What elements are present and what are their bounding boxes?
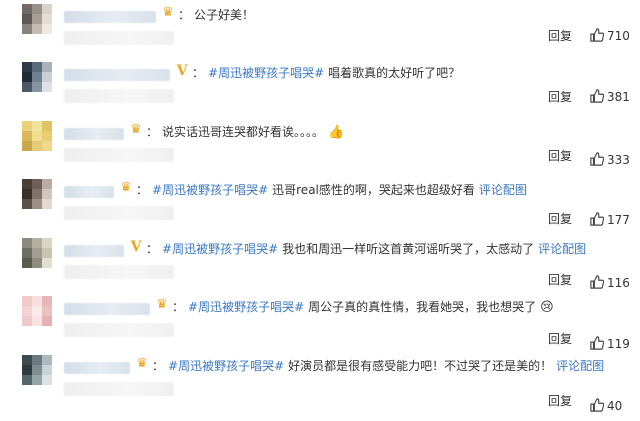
topic-link[interactable]: #周迅被野孩子唱哭# bbox=[208, 66, 324, 80]
crying-emoji-icon: 😢 bbox=[540, 300, 554, 315]
topic-link[interactable]: #周迅被野孩子唱哭# bbox=[188, 300, 304, 314]
like-button[interactable]: 116 bbox=[590, 275, 630, 291]
reply-button[interactable]: 回复 bbox=[548, 331, 572, 347]
avatar[interactable] bbox=[22, 296, 52, 326]
reply-button[interactable]: 回复 bbox=[548, 211, 572, 227]
thumbs-up-icon bbox=[590, 28, 604, 42]
avatar[interactable] bbox=[22, 62, 52, 92]
colon: ： bbox=[192, 66, 205, 80]
comment-text-line: ： #周迅被野孩子唱哭# 唱着歌真的太好听了吧？ bbox=[192, 64, 460, 82]
user-info-blurred bbox=[64, 382, 174, 396]
thumbs-up-icon bbox=[590, 398, 604, 412]
thumbs-up-icon bbox=[590, 275, 604, 289]
view-comment-pic-link[interactable]: 评论配图 bbox=[538, 242, 586, 256]
avatar[interactable] bbox=[22, 4, 52, 34]
avatar[interactable] bbox=[22, 355, 52, 385]
username-blurred[interactable] bbox=[64, 303, 150, 315]
comment-item: ♛ ：公子好美！ 回复 710 bbox=[0, 2, 640, 60]
like-button[interactable]: 710 bbox=[590, 28, 630, 44]
thumbs-up-icon bbox=[590, 212, 604, 226]
reply-button[interactable]: 回复 bbox=[548, 148, 572, 164]
crown-icon: ♛ bbox=[120, 180, 132, 195]
reply-button[interactable]: 回复 bbox=[548, 393, 572, 409]
username-blurred[interactable] bbox=[64, 11, 156, 23]
comment-item: ♛ ：说实话迅哥连哭都好看诶。。。。 👍 回复 333 bbox=[0, 119, 640, 177]
colon: ： bbox=[146, 125, 159, 139]
comment-text: 周公子真的真性情，我看她哭，我也想哭了 bbox=[308, 300, 537, 314]
verified-v-icon: V bbox=[130, 239, 142, 255]
comment-list: ♛：公子好美！ 回复 710 V： #周迅被野孩子唱哭# 唱着歌真的太好听了吧？ 回复 381… bbox=[0, 0, 640, 421]
comment-text-line: ：说实话迅哥连哭都好看诶。。。。 👍 bbox=[146, 123, 344, 141]
like-count: 177 bbox=[607, 213, 630, 227]
comment-item: V ： #周迅被野孩子唱哭# 我也和周迅一样听这首黄河谣听哭了，太感动了 评论配图回复 1… bbox=[0, 236, 640, 294]
user-info-blurred bbox=[64, 148, 174, 162]
like-count: 119 bbox=[607, 337, 630, 351]
comment-text: 迅哥real感性的啊，哭起来也超级好看 bbox=[272, 183, 475, 197]
like-button[interactable]: 177 bbox=[590, 212, 630, 228]
username-blurred[interactable] bbox=[64, 245, 124, 257]
comment-text-line: ：公子好美！ bbox=[178, 6, 254, 24]
colon: ： bbox=[136, 183, 149, 197]
colon: ： bbox=[172, 300, 185, 314]
avatar[interactable] bbox=[22, 121, 52, 151]
avatar[interactable] bbox=[22, 238, 52, 268]
comment-text-line: ： #周迅被野孩子唱哭# 好演员都是很有感受能力吧！不过哭了还是美的！ 评论配图 bbox=[152, 357, 604, 375]
crown-icon: ♛ bbox=[162, 5, 174, 20]
like-button[interactable]: 333 bbox=[590, 152, 630, 168]
view-comment-pic-link[interactable]: 评论配图 bbox=[479, 183, 527, 197]
comment-text-line: ： #周迅被野孩子唱哭# 迅哥real感性的啊，哭起来也超级好看 评论配图 bbox=[136, 181, 527, 199]
comment-text: 好演员都是很有感受能力吧！不过哭了还是美的！ bbox=[288, 359, 553, 373]
reply-button[interactable]: 回复 bbox=[548, 272, 572, 288]
like-count: 40 bbox=[607, 399, 623, 413]
reply-button[interactable]: 回复 bbox=[548, 28, 572, 44]
comment-text: 我也和周迅一样听这首黄河谣听哭了，太感动了 bbox=[282, 242, 535, 256]
topic-link[interactable]: #周迅被野孩子唱哭# bbox=[152, 183, 268, 197]
thumbs-up-icon bbox=[590, 336, 604, 350]
colon: ： bbox=[178, 8, 191, 22]
like-count: 116 bbox=[607, 276, 630, 290]
username-blurred[interactable] bbox=[64, 128, 124, 140]
comment-item: V ： #周迅被野孩子唱哭# 唱着歌真的太好听了吧？ 回复 381 bbox=[0, 60, 640, 118]
comment-text: 说实话迅哥连哭都好看诶。。。。 bbox=[162, 125, 325, 139]
crown-icon: ♛ bbox=[156, 297, 168, 312]
thumbs-up-emoji-icon: 👍 bbox=[328, 125, 345, 140]
crown-icon: ♛ bbox=[130, 122, 142, 137]
comment-item: ♛ ： #周迅被野孩子唱哭# 迅哥real感性的啊，哭起来也超级好看 评论配图回复 177 bbox=[0, 177, 640, 235]
topic-link[interactable]: #周迅被野孩子唱哭# bbox=[168, 359, 284, 373]
comment-text-line: ： #周迅被野孩子唱哭# 我也和周迅一样听这首黄河谣听哭了，太感动了 评论配图 bbox=[146, 240, 586, 258]
comment-text: 公子好美！ bbox=[194, 8, 255, 22]
comment-text-line: ： #周迅被野孩子唱哭# 周公子真的真性情，我看她哭，我也想哭了 😢 bbox=[172, 298, 554, 316]
colon: ： bbox=[146, 242, 159, 256]
like-count: 333 bbox=[607, 153, 630, 167]
colon: ： bbox=[152, 359, 165, 373]
avatar[interactable] bbox=[22, 179, 52, 209]
verified-v-icon: V bbox=[176, 63, 188, 79]
crown-icon: ♛ bbox=[136, 356, 148, 371]
comment-text: 唱着歌真的太好听了吧？ bbox=[328, 66, 461, 80]
like-button[interactable]: 119 bbox=[590, 336, 630, 352]
username-blurred[interactable] bbox=[64, 186, 114, 198]
user-info-blurred bbox=[64, 31, 174, 45]
like-button[interactable]: 40 bbox=[590, 398, 622, 414]
topic-link[interactable]: #周迅被野孩子唱哭# bbox=[162, 242, 278, 256]
user-info-blurred bbox=[64, 89, 174, 103]
thumbs-up-icon bbox=[590, 152, 604, 166]
like-count: 381 bbox=[607, 90, 630, 104]
user-info-blurred bbox=[64, 323, 174, 337]
username-blurred[interactable] bbox=[64, 362, 130, 374]
username-blurred[interactable] bbox=[64, 69, 170, 81]
user-info-blurred bbox=[64, 206, 174, 220]
thumbs-up-icon bbox=[590, 89, 604, 103]
comment-item: ♛ ： #周迅被野孩子唱哭# 周公子真的真性情，我看她哭，我也想哭了 😢 回复 119 bbox=[0, 294, 640, 352]
comment-item: ♛ ： #周迅被野孩子唱哭# 好演员都是很有感受能力吧！不过哭了还是美的！ 评论配图回复… bbox=[0, 353, 640, 414]
view-comment-pic-link[interactable]: 评论配图 bbox=[556, 359, 604, 373]
like-button[interactable]: 381 bbox=[590, 89, 630, 105]
user-info-blurred bbox=[64, 265, 174, 279]
reply-button[interactable]: 回复 bbox=[548, 89, 572, 105]
like-count: 710 bbox=[607, 29, 630, 43]
